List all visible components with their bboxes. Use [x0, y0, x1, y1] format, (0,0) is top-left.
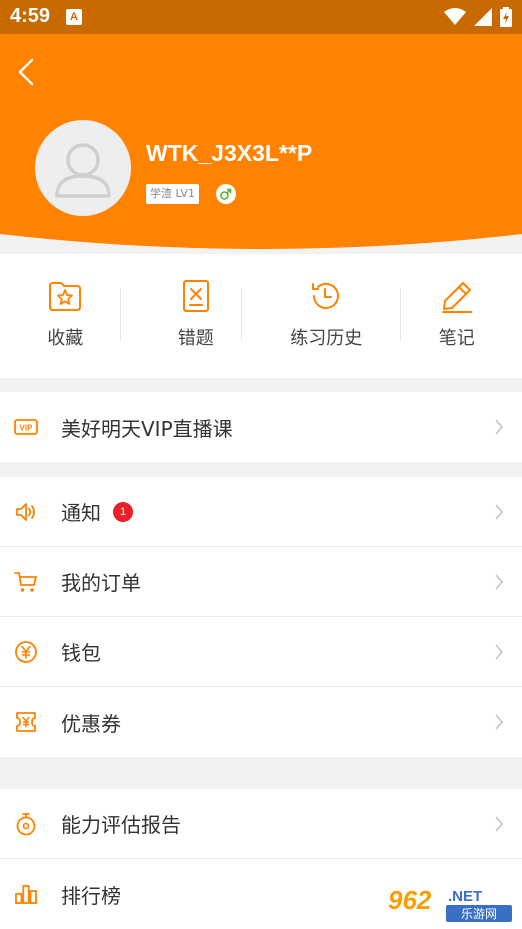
menu-notifications[interactable]: 通知 1 [0, 477, 522, 547]
notification-count-badge: 1 [113, 502, 133, 522]
menu-ranking-label: 排行榜 [61, 883, 121, 908]
chevron-right-icon [495, 714, 504, 730]
avatar[interactable] [35, 120, 131, 216]
quick-favorites[interactable]: 收藏 [0, 254, 131, 378]
back-arrow-icon[interactable] [12, 54, 42, 90]
coupon-icon [16, 712, 36, 732]
cart-icon [14, 572, 37, 592]
watermark-net: .NET [448, 888, 482, 905]
quick-notes-label: 笔记 [438, 328, 475, 349]
watermark-cn: 乐游网 [461, 907, 497, 921]
username: WTK_J3X3L**P [146, 140, 313, 166]
menu-vip-live-course[interactable]: VIP 美好明天VIP直播课 [0, 392, 522, 462]
menu-wallet-label: 钱包 [61, 641, 101, 665]
chevron-right-icon [495, 419, 504, 435]
chevron-right-icon [495, 574, 504, 590]
quick-favorites-label: 收藏 [47, 328, 84, 349]
vip-group: VIP 美好明天VIP直播课 [0, 392, 522, 462]
status-time: 4:59 [10, 5, 51, 27]
quick-actions-bar: 收藏 错题 练习历史 笔记 [0, 254, 522, 378]
bar-chart-icon [15, 885, 37, 904]
menu-coupons[interactable]: 优惠券 [0, 687, 522, 757]
chevron-right-icon [495, 816, 504, 832]
yuan-icon [15, 641, 37, 663]
svg-text:VIP: VIP [20, 424, 34, 433]
pen-icon [441, 282, 472, 313]
menu-my-orders[interactable]: 我的订单 [0, 547, 522, 617]
folder-star-icon [49, 282, 82, 311]
male-icon [216, 184, 236, 204]
menu-coupons-label: 优惠券 [61, 711, 121, 736]
battery-icon [500, 7, 512, 27]
wifi-icon [444, 8, 466, 25]
wrong-question-icon [182, 280, 209, 312]
menu-vip-label: 美好明天VIP直播课 [61, 416, 233, 441]
speaker-icon [16, 503, 35, 521]
menu-notifications-label: 通知 [61, 501, 101, 525]
menu-orders-label: 我的订单 [61, 571, 141, 595]
account-group: 通知 1 我的订单 钱包 优惠券 [0, 477, 522, 757]
default-avatar-icon [55, 143, 111, 198]
menu-wallet[interactable]: 钱包 [0, 617, 522, 687]
chevron-right-icon [495, 644, 504, 660]
menu-ability-label: 能力评估报告 [61, 813, 181, 837]
app-notification-icon: A [66, 9, 82, 25]
quick-history[interactable]: 练习历史 [261, 254, 392, 378]
chevron-right-icon [495, 504, 504, 520]
status-bar: 4:59 A [0, 0, 522, 34]
divider [400, 288, 401, 340]
level-badge: 学渣 LV1 [146, 184, 199, 204]
profile-header: WTK_J3X3L**P 学渣 LV1 [0, 34, 522, 254]
quick-wrong-questions-label: 错题 [177, 328, 214, 349]
stopwatch-icon [16, 813, 36, 836]
menu-ability-report[interactable]: 能力评估报告 [0, 789, 522, 859]
quick-notes[interactable]: 笔记 [392, 254, 522, 378]
quick-history-label: 练习历史 [290, 328, 363, 349]
signal-icon [474, 8, 492, 26]
vip-icon: VIP [14, 419, 38, 435]
watermark-number: 962 [388, 885, 432, 915]
site-watermark-logo: 962 .NET 乐游网 [384, 883, 516, 925]
divider [241, 288, 242, 340]
history-icon [312, 282, 340, 309]
status-icons [444, 6, 512, 28]
divider [120, 288, 121, 340]
